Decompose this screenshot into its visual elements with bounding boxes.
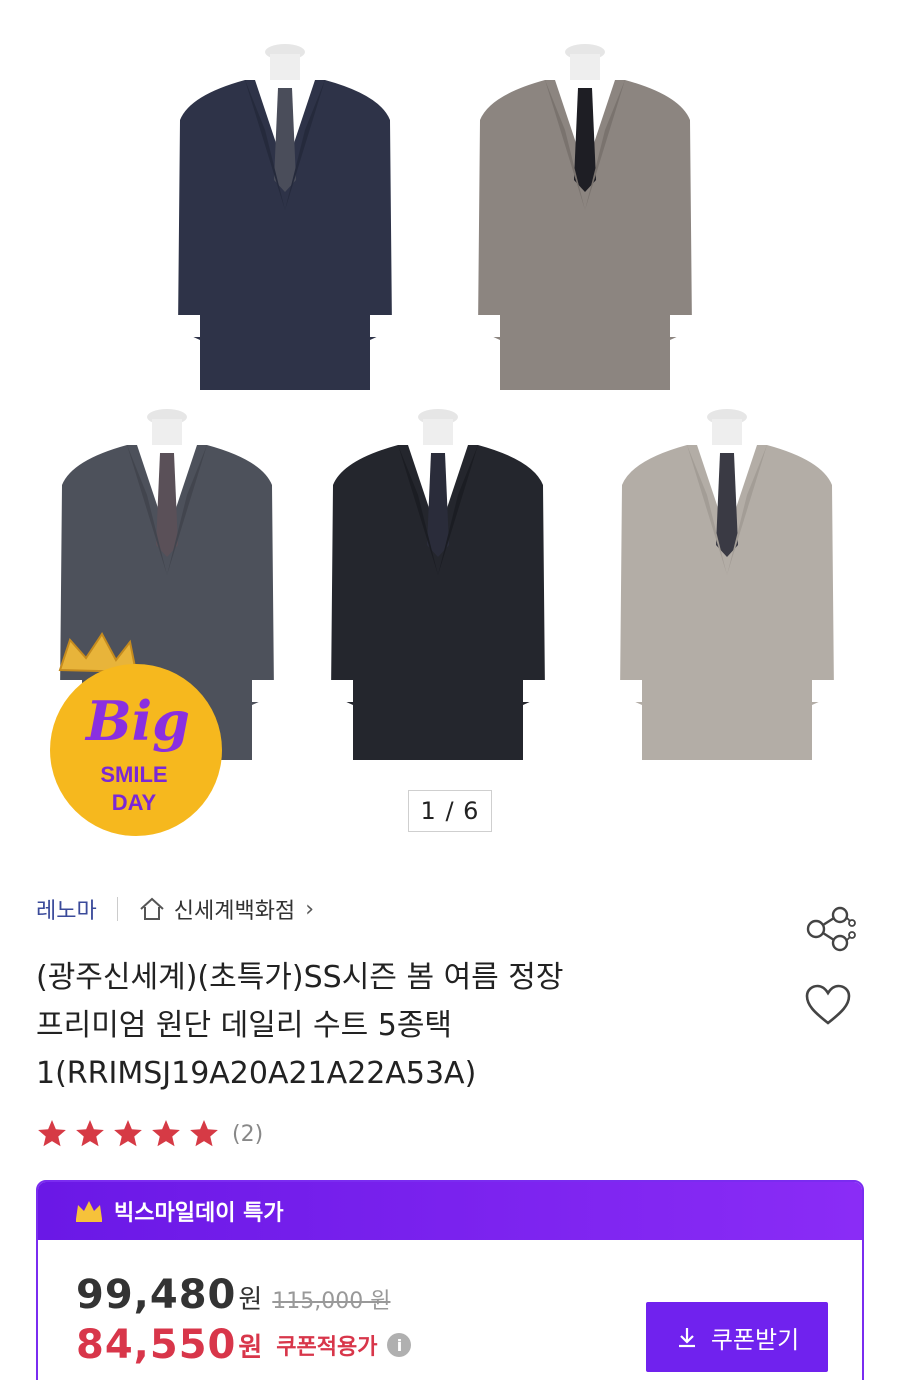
sale-price-row: 99,480 원 115,000 원 [76, 1272, 391, 1318]
seller-row: 레노마 신세계백화점 › [36, 892, 314, 926]
product-image-gallery[interactable]: Big SMILE DAY 1 / 6 [0, 0, 900, 845]
get-coupon-button[interactable]: 쿠폰받기 [646, 1302, 828, 1372]
divider [116, 897, 118, 921]
coupon-price: 84,550 [76, 1322, 237, 1368]
brand-link[interactable]: 레노마 [36, 893, 97, 925]
deal-header: 빅스마일데이 특가 [38, 1182, 862, 1240]
get-coupon-label: 쿠폰받기 [710, 1325, 800, 1354]
big-smile-day-badge: Big SMILE DAY [50, 632, 222, 836]
star-icon [114, 1120, 142, 1147]
star-icon [38, 1120, 66, 1147]
image-counter: 1 / 6 [408, 790, 492, 832]
store-link[interactable]: 신세계백화점 › [138, 893, 314, 925]
star-icon [152, 1120, 180, 1147]
original-price: 115,000 원 [272, 1289, 391, 1314]
title-line-3: 1(RRIMSJ19A20A21A22A53A) [36, 1056, 477, 1091]
star-icon [190, 1120, 218, 1147]
sale-price: 99,480 [76, 1272, 237, 1318]
store-name: 신세계백화점 [173, 899, 296, 924]
chevron-right-icon: › [305, 896, 314, 922]
wishlist-button[interactable] [800, 980, 856, 1030]
badge-smile-text: SMILE [100, 762, 167, 787]
sale-price-unit: 원 [238, 1285, 263, 1315]
heart-icon [805, 984, 851, 1025]
star-icon [76, 1120, 104, 1147]
badge-day-text: DAY [112, 790, 157, 815]
download-icon [678, 1328, 695, 1348]
suit-image-navy [178, 44, 392, 390]
review-count[interactable]: (2) [232, 1122, 263, 1147]
share-icon [806, 906, 856, 952]
suit-image-black [331, 409, 545, 760]
crown-icon [76, 1201, 102, 1222]
coupon-price-unit: 원 [238, 1332, 263, 1363]
suit-image-gray [478, 44, 692, 390]
title-line-2: 프리미엄 원단 데일리 수트 5종택 [36, 1008, 453, 1043]
share-button[interactable] [800, 904, 864, 954]
deal-box: 빅스마일데이 특가 99,480 원 115,000 원 84,550 원 쿠폰… [36, 1180, 864, 1380]
coupon-price-row: 84,550 원 쿠폰적용가 i [76, 1322, 412, 1368]
suit-image-light-gray [620, 409, 834, 760]
product-title: (광주신세계)(초특가)SS시즌 봄 여름 정장 프리미엄 원단 데일리 수트 … [36, 954, 776, 1098]
deal-title: 빅스마일데이 특가 [114, 1201, 284, 1226]
badge-big-text: Big [84, 689, 190, 753]
title-line-1: (광주신세계)(초특가)SS시즌 봄 여름 정장 [36, 960, 564, 995]
coupon-price-label: 쿠폰적용가 [276, 1335, 378, 1360]
rating-row[interactable]: (2) [36, 1118, 263, 1150]
home-icon [140, 897, 164, 920]
info-icon[interactable]: i [387, 1333, 412, 1357]
